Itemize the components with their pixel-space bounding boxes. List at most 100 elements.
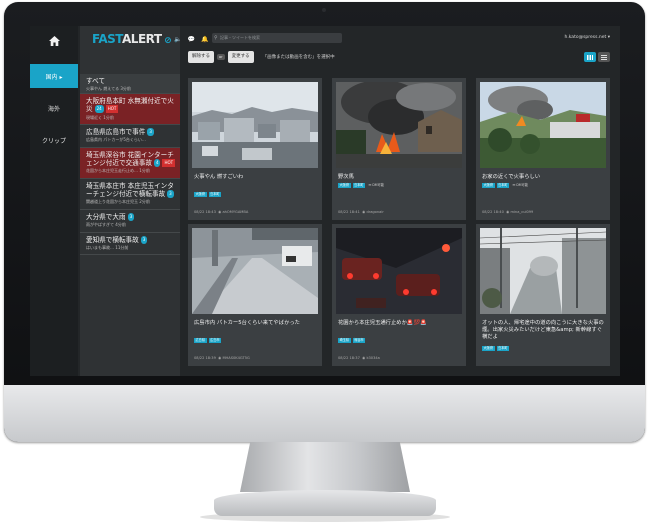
post-title: お家の近くで火事らしい bbox=[482, 174, 541, 180]
tag[interactable]: 大阪府 bbox=[194, 192, 207, 197]
post-tags: 大阪府 島本町 bbox=[194, 192, 222, 197]
search-input[interactable]: ⚲ 記事・ツイートを検索 bbox=[212, 33, 342, 43]
tag[interactable]: 広島市 bbox=[208, 338, 222, 343]
clear-filter-button[interactable]: 解除する bbox=[188, 51, 214, 63]
post-tags: 大阪府 島本町 ✉ DM可能 bbox=[338, 183, 385, 188]
tag[interactable]: 島本町 bbox=[208, 192, 222, 197]
post-tags: 埼玉県 深谷市 bbox=[338, 338, 366, 343]
post-tags: 大阪府 島本町 ✉ DM可能 bbox=[482, 183, 529, 188]
post-title: 野次馬 bbox=[338, 174, 354, 180]
tag[interactable]: 大阪府 bbox=[482, 183, 495, 188]
grid-view-button[interactable] bbox=[584, 52, 596, 62]
post-title: オットの人、帰宅途中の道の向こうに大きな火事の煙。出家火災みたいだけど東急&am… bbox=[482, 320, 604, 340]
event-item[interactable]: 広島県広島市で事件 3 広島県内 パトカーが5台くらい… bbox=[80, 125, 180, 148]
filter-or-label: or bbox=[217, 54, 225, 60]
post-meta: 08/22 18:43 ◉ ahOMYGAMBA bbox=[194, 210, 249, 214]
event-title: 大阪府島本町 水無瀬付近で火災 24 HOT bbox=[86, 97, 174, 114]
post-card[interactable]: 広島市内 パトカー5台くらい来てやばかった 広島県 広島市 08/22 18:3… bbox=[188, 224, 322, 366]
event-item[interactable]: 愛知県で横転事故 3 はいまも事故… 11分前 bbox=[80, 233, 180, 256]
post-title: 広島市内 パトカー5台くらい来てやばかった bbox=[194, 320, 300, 326]
post-image bbox=[192, 228, 318, 314]
tag[interactable]: 島本町 bbox=[352, 183, 366, 188]
post-card[interactable]: 野次馬 大阪府 島本町 ✉ DM可能 08/22 18:41 ◉ dragona… bbox=[332, 78, 466, 220]
event-title: 埼玉県深谷市 花園インターチェンジ付近で交通事故 4 HOT bbox=[86, 150, 176, 168]
speaker-icon[interactable]: 🔈 bbox=[174, 36, 181, 43]
filter-description: 「画像または動画を含む」を選択中 bbox=[262, 55, 335, 60]
post-meta: 08/22 18:41 ◉ dragonair bbox=[338, 210, 384, 214]
tag[interactable]: 埼玉県 bbox=[338, 338, 351, 343]
monitor-chin bbox=[4, 385, 645, 442]
hot-badge: HOT bbox=[105, 105, 119, 114]
event-subtitle: 雨がやばすぎて 4分前 bbox=[86, 222, 126, 228]
event-subtitle: 関越道上り花園から本庄児玉 2分前 bbox=[86, 199, 150, 205]
nav-item-domestic[interactable]: 国内 ▸ bbox=[30, 64, 78, 88]
event-title: 埼玉県本庄市 本庄児玉インターチェンジ付近で横転事故 3 bbox=[86, 181, 174, 199]
hot-badge: HOT bbox=[162, 159, 176, 168]
logo-mark-icon: ⊘ bbox=[161, 36, 172, 46]
home-button[interactable] bbox=[30, 26, 78, 56]
post-image bbox=[192, 82, 318, 168]
event-title: 愛知県で横転事故 3 bbox=[86, 235, 148, 244]
post-image bbox=[336, 82, 462, 168]
event-subtitle: 花園から本庄児玉走行止め… 1分前 bbox=[86, 168, 150, 174]
user-menu[interactable]: h.kato@spress.net ▾ bbox=[565, 35, 611, 40]
post-meta: 08/22 18:37 ◉ k3034a bbox=[338, 356, 380, 360]
left-nav: 国内 ▸ 海外 クリップ bbox=[30, 26, 78, 376]
count-badge: 3 bbox=[167, 190, 174, 199]
post-image bbox=[480, 228, 606, 314]
tag[interactable]: 深谷市 bbox=[352, 338, 366, 343]
post-card[interactable]: お家の近くで火事らしい 大阪府 島本町 ✉ DM可能 08/22 18:40 ◉… bbox=[476, 78, 610, 220]
home-icon bbox=[48, 36, 60, 46]
count-badge: 3 bbox=[140, 235, 148, 244]
event-item-all[interactable]: すべて 火事やん 燃えてる 3分前 bbox=[80, 74, 180, 94]
post-title: 花園から本庄児玉通行止めか🚨💯🚨 bbox=[338, 320, 427, 326]
event-item[interactable]: 埼玉県本庄市 本庄児玉インターチェンジ付近で横転事故 3 関越道上り花園から本庄児玉… bbox=[80, 179, 180, 210]
camera bbox=[322, 8, 326, 12]
tag[interactable]: 大阪府 bbox=[482, 346, 495, 351]
bell-icon[interactable]: 🔔 bbox=[201, 36, 208, 43]
post-tags: 大阪府 島本町 bbox=[482, 346, 510, 351]
event-item[interactable]: 大阪府島本町 水無瀬付近で火災 24 HOT 現場近く 1分前 bbox=[80, 94, 180, 126]
event-list: すべて 火事やん 燃えてる 3分前 大阪府島本町 水無瀬付近で火災 24 HOT 現場近く… bbox=[80, 74, 180, 256]
event-title: 大分県で大雨 3 bbox=[86, 212, 135, 222]
app-screen: 国内 ▸ 海外 クリップ FASTALERT ⊘ すべて 火事やん 燃えてる 3分… bbox=[30, 26, 620, 376]
event-item[interactable]: 埼玉県深谷市 花園インターチェンジ付近で交通事故 4 HOT 花園から本庄児玉走行止め… bbox=[80, 147, 180, 179]
event-subtitle: 火事やん 燃えてる 3分前 bbox=[86, 86, 131, 92]
monitor-stand-neck bbox=[240, 442, 410, 492]
event-title: すべて bbox=[86, 77, 106, 85]
chat-icon[interactable]: 💬 bbox=[187, 36, 194, 43]
event-item[interactable]: 大分県で大雨 3 雨がやばすぎて 4分前 bbox=[80, 210, 180, 233]
filter-bar: 解除する or 変更する 「画像または動画を含む」を選択中 bbox=[188, 51, 335, 63]
tag[interactable]: 大阪府 bbox=[338, 183, 351, 188]
header-icons: 🔈 💬 🔔 bbox=[174, 36, 208, 43]
post-image bbox=[480, 82, 606, 168]
count-badge: 3 bbox=[127, 212, 135, 222]
tag[interactable]: 島本町 bbox=[496, 183, 510, 188]
view-toggle bbox=[584, 52, 610, 62]
top-bar: 🔈 💬 🔔 ⚲ 記事・ツイートを検索 h.kato@spress.net ▾ 解… bbox=[174, 26, 620, 74]
post-card[interactable]: 火事やん 燃すごいわ 大阪府 島本町 08/22 18:43 ◉ ahOMYGA… bbox=[188, 78, 322, 220]
event-subtitle: はいまも事故… 11分前 bbox=[86, 244, 129, 250]
post-meta: 08/22 18:40 ◉ mina_cul099 bbox=[482, 210, 534, 214]
post-card[interactable]: 花園から本庄児玉通行止めか🚨💯🚨 埼玉県 深谷市 08/22 18:37 ◉ k… bbox=[332, 224, 466, 366]
nav-item-clip[interactable]: クリップ bbox=[30, 128, 78, 152]
monitor-stand-base bbox=[214, 490, 436, 516]
post-meta: 08/22 18:39 ◉ MHAS0K4GT5G bbox=[194, 356, 250, 360]
tag[interactable]: 広島県 bbox=[194, 338, 207, 343]
event-title: 広島県広島市で事件 3 bbox=[86, 128, 154, 137]
fastalert-logo[interactable]: FASTALERT ⊘ bbox=[92, 32, 172, 46]
tag[interactable]: 島本町 bbox=[496, 346, 510, 351]
change-filter-button[interactable]: 変更する bbox=[227, 51, 254, 63]
nav-item-overseas[interactable]: 海外 bbox=[30, 96, 78, 120]
list-view-button[interactable] bbox=[598, 52, 610, 62]
count-badge: 4 bbox=[153, 159, 161, 168]
post-card[interactable]: オットの人、帰宅途中の道の向こうに大きな火事の煙。出家火災みたいだけど東急&am… bbox=[476, 224, 610, 366]
grid-icon bbox=[587, 54, 593, 60]
post-image bbox=[336, 228, 462, 314]
list-icon bbox=[601, 54, 607, 60]
event-subtitle: 現場近く 1分前 bbox=[86, 114, 114, 120]
search-icon: ⚲ bbox=[214, 35, 218, 41]
dm-available-label: ✉ DM可能 bbox=[512, 183, 528, 187]
post-tags: 広島県 広島市 bbox=[194, 338, 222, 343]
event-subtitle: 広島県内 パトカーが5台くらい… bbox=[86, 137, 146, 143]
